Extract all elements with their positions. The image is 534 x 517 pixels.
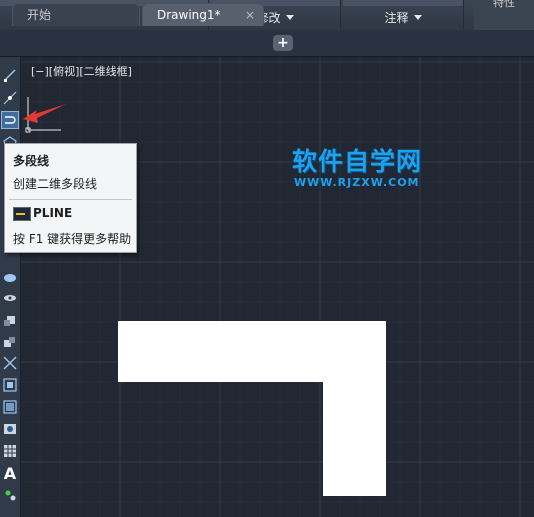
file-tab-bar — [0, 30, 534, 57]
close-tab-icon[interactable]: × — [245, 4, 255, 26]
gradient-icon[interactable] — [1, 398, 19, 416]
command-icon — [13, 207, 31, 221]
tab-drawing1-label: Drawing1* — [157, 8, 221, 22]
insert-block-icon[interactable] — [1, 311, 19, 329]
make-block-icon[interactable] — [1, 333, 19, 351]
ribbon-panel-properties[interactable]: 特性 — [474, 0, 534, 30]
drawing-canvas[interactable] — [21, 57, 534, 517]
pointer-arrow-icon — [23, 104, 66, 123]
tab-start[interactable]: 开始 — [12, 3, 140, 26]
add-selected-icon[interactable] — [1, 486, 19, 504]
table-icon[interactable] — [1, 442, 19, 460]
tab-start-label: 开始 — [27, 8, 52, 22]
ribbon-panel-properties-label: 特性 — [493, 0, 515, 9]
spline-icon[interactable] — [1, 289, 19, 307]
new-tab-button[interactable]: + — [273, 35, 293, 51]
viewport-controls[interactable]: [−][俯视][二维线框] — [31, 63, 132, 79]
tooltip-command: PLINE — [33, 206, 73, 220]
revision-cloud-icon[interactable] — [1, 268, 19, 286]
tooltip-polyline: 多段线 创建二维多段线 PLINE 按 F1 键获得更多帮助 — [4, 143, 137, 253]
polyline-icon[interactable] — [1, 111, 19, 129]
l-shape-vertical — [323, 321, 386, 496]
chevron-down-icon — [285, 15, 294, 20]
tooltip-description: 创建二维多段线 — [13, 177, 98, 191]
construction-line-icon[interactable] — [1, 89, 19, 107]
multiline-text-icon[interactable]: A — [1, 464, 19, 483]
tab-drawing1[interactable]: Drawing1* × — [142, 3, 264, 26]
tooltip-title: 多段线 — [13, 154, 50, 168]
watermark-en: WWW.RJZXW.COM — [294, 176, 420, 189]
hatch-icon[interactable] — [1, 376, 19, 394]
tooltip-divider — [9, 199, 132, 200]
ribbon-panel-annotate-label: 注释 — [384, 11, 409, 25]
line-icon[interactable] — [1, 66, 19, 84]
chevron-down-icon — [413, 15, 422, 20]
point-icon[interactable] — [1, 354, 19, 372]
watermark-cn: 软件自学网 — [292, 147, 423, 176]
tooltip-help: 按 F1 键获得更多帮助 — [13, 232, 132, 246]
ribbon-panel-annotate[interactable]: 注释 — [343, 6, 464, 30]
region-icon[interactable] — [1, 420, 19, 438]
